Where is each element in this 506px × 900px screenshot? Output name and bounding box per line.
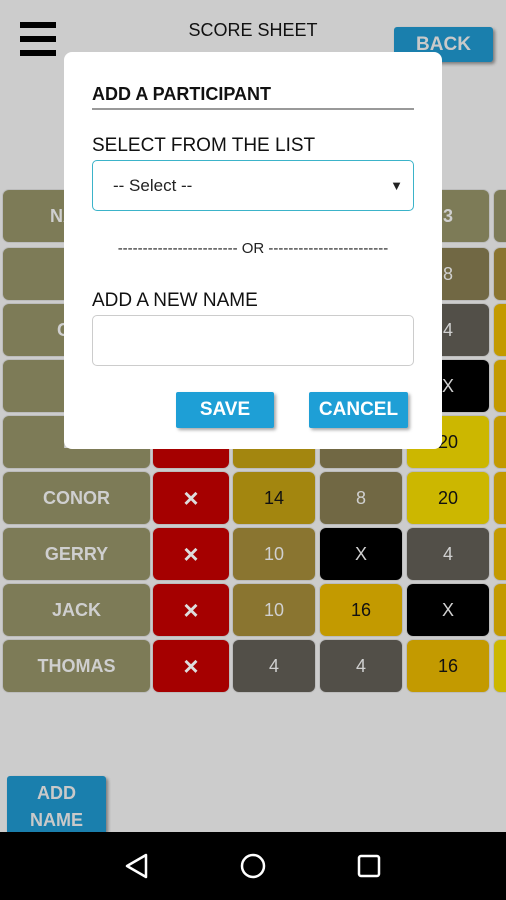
score-cell[interactable]: 4 <box>320 640 402 692</box>
recents-icon[interactable] <box>356 853 382 879</box>
select-value: -- Select -- <box>113 175 193 195</box>
score-cell[interactable]: 10 <box>233 584 315 636</box>
score-cell[interactable] <box>494 528 506 580</box>
score-cell[interactable]: 4 <box>233 640 315 692</box>
add-name-label-line1: ADD <box>37 783 76 803</box>
remove-x-icon[interactable]: × <box>153 472 229 524</box>
back-icon[interactable] <box>124 852 150 880</box>
home-icon[interactable] <box>239 852 267 880</box>
android-nav-bar <box>0 832 506 900</box>
or-divider: ------------------------ OR ------------… <box>117 240 389 257</box>
name-cell[interactable]: THOMAS <box>3 640 150 692</box>
save-button[interactable]: SAVE <box>176 392 274 428</box>
remove-x-icon[interactable]: × <box>153 640 229 692</box>
score-cell[interactable] <box>494 248 506 300</box>
score-cell[interactable] <box>494 416 506 468</box>
score-cell[interactable]: X <box>407 584 489 636</box>
dropdown-arrow-icon: ▼ <box>390 178 403 193</box>
score-cell[interactable] <box>494 304 506 356</box>
score-cell[interactable] <box>494 472 506 524</box>
score-cell[interactable] <box>494 190 506 242</box>
new-name-label: ADD A NEW NAME <box>92 290 258 311</box>
score-cell[interactable]: X <box>320 528 402 580</box>
select-label: SELECT FROM THE LIST <box>92 135 316 156</box>
score-cell[interactable]: 10 <box>233 528 315 580</box>
score-cell[interactable] <box>494 360 506 412</box>
name-cell[interactable]: JACK <box>3 584 150 636</box>
score-cell[interactable] <box>494 640 506 692</box>
score-cell[interactable]: 8 <box>320 472 402 524</box>
score-cell[interactable]: 16 <box>320 584 402 636</box>
add-name-button[interactable]: ADD NAME <box>7 776 106 832</box>
score-cell[interactable] <box>494 584 506 636</box>
participant-select[interactable]: -- Select -- ▼ <box>92 160 414 211</box>
name-cell[interactable]: GERRY <box>3 528 150 580</box>
new-name-input[interactable] <box>92 315 414 366</box>
dialog-title: ADD A PARTICIPANT <box>92 84 414 110</box>
name-cell[interactable]: CONOR <box>3 472 150 524</box>
cancel-button[interactable]: CANCEL <box>309 392 408 428</box>
score-cell[interactable]: 14 <box>233 472 315 524</box>
remove-x-icon[interactable]: × <box>153 584 229 636</box>
add-name-label-line2: NAME <box>30 810 83 830</box>
score-cell[interactable]: 16 <box>407 640 489 692</box>
remove-x-icon[interactable]: × <box>153 528 229 580</box>
score-cell[interactable]: 20 <box>407 472 489 524</box>
score-cell[interactable]: 4 <box>407 528 489 580</box>
add-participant-dialog: ADD A PARTICIPANT SELECT FROM THE LIST -… <box>64 52 442 449</box>
